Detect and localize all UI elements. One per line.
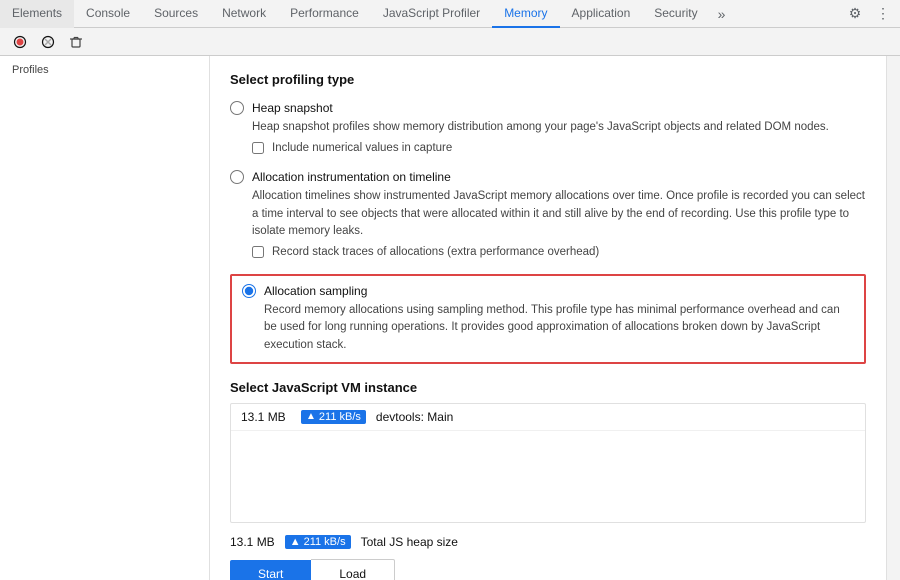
heap-snapshot-desc: Heap snapshot profiles show memory distr… (252, 119, 866, 136)
allocation-instrumentation-checkbox-row: Record stack traces of allocations (extr… (252, 246, 866, 258)
heap-snapshot-checkbox[interactable] (252, 142, 264, 154)
devtools-tab-bar: Elements Console Sources Network Perform… (0, 0, 900, 28)
tab-memory[interactable]: Memory (492, 0, 559, 28)
toolbar-right: ⚙ ⋮ (838, 1, 900, 27)
action-buttons-row: Start Load (230, 559, 866, 580)
bottom-up-arrow-icon: ▲ (290, 536, 301, 548)
heap-snapshot-label-row: Heap snapshot (230, 101, 866, 115)
tabs-container: Elements Console Sources Network Perform… (0, 0, 838, 28)
scrollbar-area (886, 56, 900, 580)
stop-button[interactable] (36, 30, 60, 54)
load-button[interactable]: Load (311, 559, 395, 580)
allocation-sampling-radio[interactable] (242, 284, 256, 298)
select-type-title: Select profiling type (230, 72, 866, 87)
bottom-stats-row: 13.1 MB ▲ 211 kB/s Total JS heap size (230, 535, 866, 549)
allocation-sampling-desc: Record memory allocations using sampling… (264, 302, 854, 354)
tab-elements[interactable]: Elements (0, 0, 74, 28)
allocation-instrumentation-label: Allocation instrumentation on timeline (252, 170, 451, 184)
allocation-instrumentation-radio[interactable] (230, 170, 244, 184)
heap-snapshot-option: Heap snapshot Heap snapshot profiles sho… (230, 101, 866, 154)
vm-instance-row[interactable]: 13.1 MB ▲ 211 kB/s devtools: Main (231, 404, 865, 431)
settings-button[interactable]: ⚙ (842, 1, 868, 27)
trash-button[interactable] (64, 30, 88, 54)
vm-section-title: Select JavaScript VM instance (230, 380, 866, 395)
vm-rate-badge: ▲ 211 kB/s (301, 410, 366, 424)
tab-console[interactable]: Console (74, 0, 142, 28)
heap-snapshot-checkbox-row: Include numerical values in capture (252, 142, 866, 154)
tab-security[interactable]: Security (642, 0, 709, 28)
sidebar-profiles-label: Profiles (0, 56, 209, 80)
tab-javascript-profiler[interactable]: JavaScript Profiler (371, 0, 492, 28)
allocation-sampling-label: Allocation sampling (264, 284, 367, 298)
bottom-label: Total JS heap size (361, 535, 458, 549)
bottom-rate-value: 211 kB/s (304, 536, 346, 548)
allocation-sampling-label-row: Allocation sampling (242, 284, 854, 298)
up-arrow-icon: ▲ (306, 411, 316, 422)
tab-application[interactable]: Application (560, 0, 643, 28)
main-content: Profiles Select profiling type Heap snap… (0, 56, 900, 580)
trash-icon (69, 35, 83, 49)
more-options-button[interactable]: ⋮ (870, 1, 896, 27)
allocation-instrumentation-checkbox[interactable] (252, 246, 264, 258)
vm-rate-value: 211 kB/s (319, 411, 361, 423)
stop-icon (41, 35, 55, 49)
vm-name: devtools: Main (376, 410, 453, 424)
allocation-instrumentation-label-row: Allocation instrumentation on timeline (230, 170, 866, 184)
sidebar: Profiles (0, 56, 210, 580)
heap-snapshot-checkbox-label: Include numerical values in capture (272, 142, 452, 154)
vm-instances-table: 13.1 MB ▲ 211 kB/s devtools: Main (230, 403, 866, 523)
tab-performance[interactable]: Performance (278, 0, 371, 28)
allocation-instrumentation-checkbox-label: Record stack traces of allocations (extr… (272, 246, 599, 258)
tab-sources[interactable]: Sources (142, 0, 210, 28)
vm-size: 13.1 MB (241, 410, 291, 424)
actions-bar (0, 28, 900, 56)
record-button[interactable] (8, 30, 32, 54)
bottom-size: 13.1 MB (230, 535, 275, 549)
heap-snapshot-radio[interactable] (230, 101, 244, 115)
bottom-rate-badge: ▲ 211 kB/s (285, 535, 351, 549)
right-panel: Select profiling type Heap snapshot Heap… (210, 56, 886, 580)
record-icon (13, 35, 27, 49)
allocation-instrumentation-desc: Allocation timelines show instrumented J… (252, 188, 866, 240)
start-button[interactable]: Start (230, 560, 311, 580)
allocation-instrumentation-option: Allocation instrumentation on timeline A… (230, 170, 866, 258)
allocation-sampling-option: Allocation sampling Record memory alloca… (230, 274, 866, 364)
heap-snapshot-label: Heap snapshot (252, 101, 333, 115)
tab-network[interactable]: Network (210, 0, 278, 28)
more-tabs-button[interactable]: » (710, 0, 734, 28)
